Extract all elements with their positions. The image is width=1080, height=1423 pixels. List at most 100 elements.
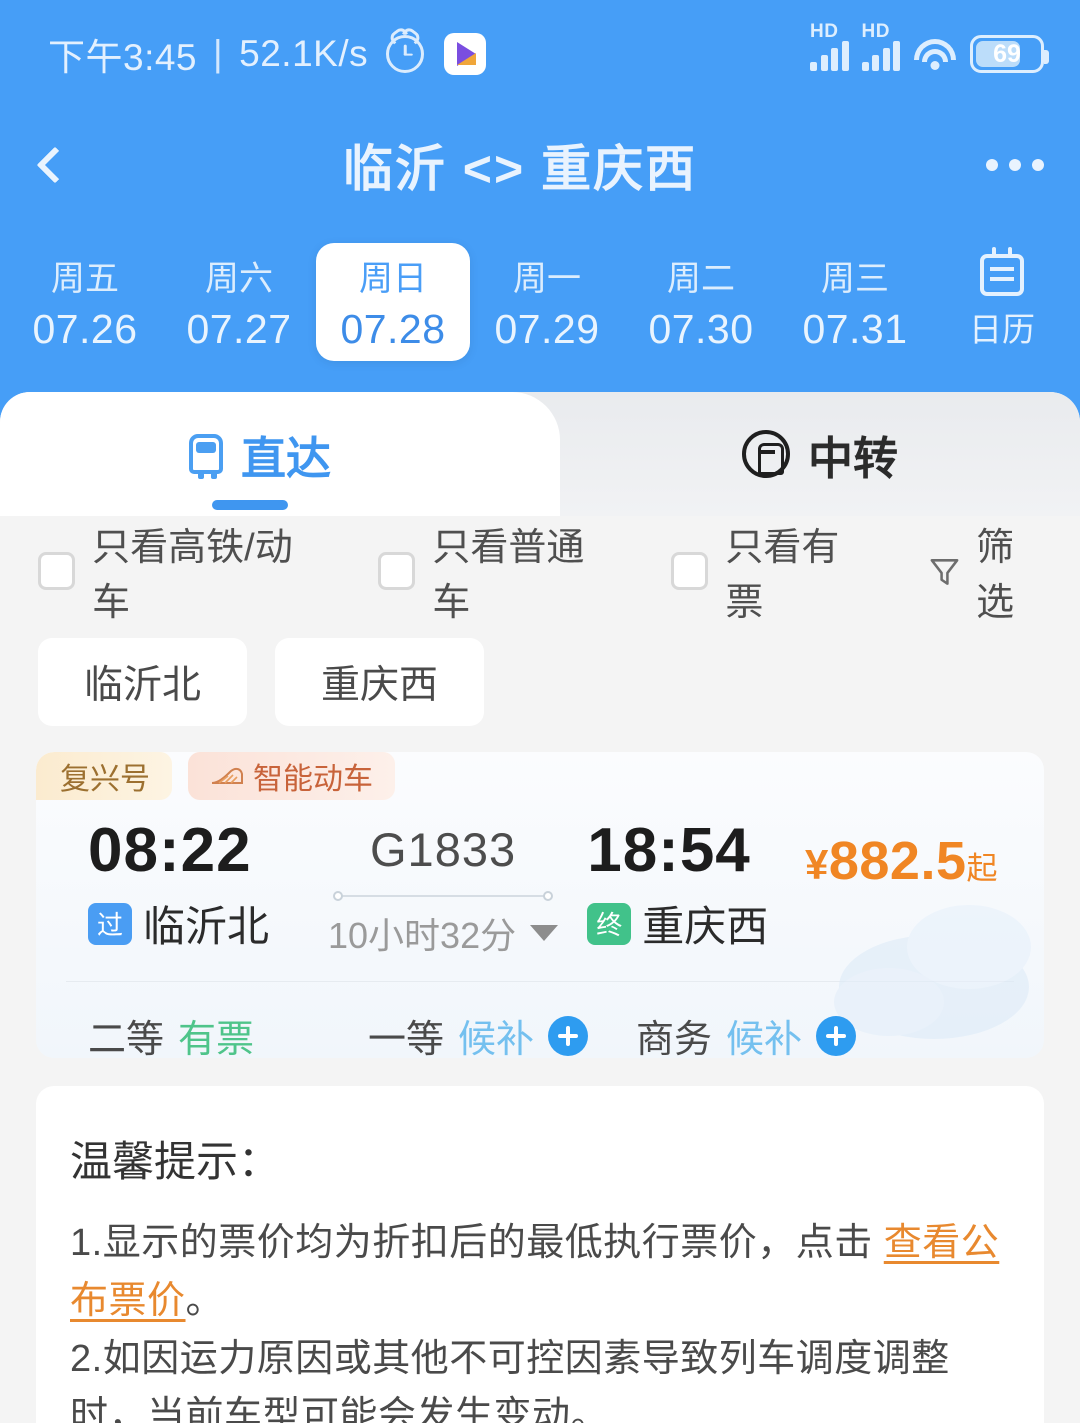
tab-direct[interactable]: 直达 <box>0 392 560 516</box>
funnel-icon <box>930 559 959 585</box>
seat-business-class-status: 候补 <box>726 1019 803 1058</box>
filter-row: 只看高铁/动车 只看普通车 只看有票 筛选 <box>0 516 1080 626</box>
station-tag-pass: 过 <box>88 902 132 945</box>
price-value: 882.5 <box>828 831 967 891</box>
train-price-block: ¥882.5起 <box>805 818 1014 892</box>
tab-direct-label: 直达 <box>240 432 331 484</box>
battery-icon: 69 <box>970 35 1049 73</box>
checkbox-normal-only-box[interactable] <box>378 552 416 590</box>
hd-label-sim1: HD <box>810 21 839 42</box>
train-main-row: 08:22 过 临沂北 G1833 10小时32分 18:54 终 重庆西 ¥8… <box>36 800 1044 959</box>
status-net-speed: 52.1K/s <box>239 33 369 74</box>
notice-title: 温馨提示： <box>70 1138 281 1185</box>
calendar-button[interactable]: 日历 <box>932 243 1072 361</box>
date-item-4[interactable]: 周二 07.30 <box>624 243 778 361</box>
date-dow-4: 周二 <box>667 260 735 298</box>
station-tag-end: 终 <box>587 902 632 945</box>
date-num-3: 07.29 <box>494 306 600 352</box>
tab-active-indicator <box>212 500 288 510</box>
date-item-0[interactable]: 周五 07.26 <box>8 243 162 361</box>
notice-card: 温馨提示： 1.显示的票价均为折扣后的最低执行票价，点击 查看公布票价。 2.如… <box>36 1086 1044 1423</box>
more-horizontal-icon-dot3 <box>1032 159 1044 171</box>
seat-business-class-add-icon[interactable] <box>816 1015 857 1056</box>
checkbox-highspeed-only[interactable]: 只看高铁/动车 <box>38 516 324 626</box>
checkbox-highspeed-only-box[interactable] <box>38 552 76 590</box>
tab-transfer[interactable]: 中转 <box>520 392 1080 516</box>
train-departure-time: 08:22 <box>88 816 252 885</box>
train-number: G1833 <box>370 823 517 876</box>
status-bar: 下午3:45 | 52.1K/s HD HD 69 <box>0 0 1080 108</box>
badge-smart-train-label: 智能动车 <box>253 763 373 796</box>
checkbox-highspeed-only-label: 只看高铁/动车 <box>92 527 293 624</box>
train-departure-block: 08:22 过 临沂北 <box>66 818 321 954</box>
date-num-5: 07.31 <box>802 306 908 352</box>
date-num-1: 07.27 <box>186 306 292 352</box>
date-num-0: 07.26 <box>32 306 138 352</box>
navigation-bar: 临沂 <> 重庆西 <box>0 110 1080 220</box>
date-num-4: 07.30 <box>648 306 754 352</box>
checkbox-available-only-box[interactable] <box>671 552 709 590</box>
train-middle-block: G1833 10小时32分 <box>321 818 565 959</box>
play-store-icon <box>444 33 487 75</box>
battery-percent-label: 69 <box>993 39 1021 68</box>
seat-first-class-name: 一等 <box>368 1019 445 1058</box>
date-dow-5: 周三 <box>821 260 889 298</box>
seat-first-class[interactable]: 一等 候补 <box>368 1008 636 1058</box>
train-result-card[interactable]: 复兴号 智能动车 08:22 过 临沂北 G1833 10小时32分 18:54… <box>36 752 1044 1058</box>
notice-line-2: 2.如因运力原因或其他不可控因素导致列车调度调整时，当前车型可能会发生变动。 <box>70 1337 950 1423</box>
date-selector-strip: 周五 07.26 周六 07.27 周日 07.28 周一 07.29 周二 0… <box>0 238 1080 366</box>
train-arrival-time: 18:54 <box>587 816 751 885</box>
date-item-2-selected[interactable]: 周日 07.28 <box>316 243 470 361</box>
calendar-icon <box>980 246 1024 296</box>
caret-down-icon <box>530 925 559 941</box>
filter-button-label: 筛选 <box>976 527 1015 624</box>
train-arrival-block: 18:54 终 重庆西 <box>565 818 805 954</box>
checkbox-available-only[interactable]: 只看有票 <box>671 516 873 626</box>
more-horizontal-icon-dot2 <box>1009 159 1021 171</box>
station-chip-destination[interactable]: 重庆西 <box>275 638 485 726</box>
hd-label-sim2: HD <box>861 21 890 42</box>
checkbox-normal-only-label: 只看普通车 <box>432 527 585 624</box>
signal-bars-sim1-icon: HD <box>810 21 849 71</box>
station-chip-row: 临沂北 重庆西 <box>0 626 1080 734</box>
date-item-1[interactable]: 周六 07.27 <box>162 243 316 361</box>
price-suffix: 起 <box>966 851 998 886</box>
train-search-results-screen: 下午3:45 | 52.1K/s HD HD 69 临沂 <> 重庆西 周五 0… <box>0 0 1080 1423</box>
filter-button[interactable]: 筛选 <box>927 516 1050 626</box>
date-item-5[interactable]: 周三 07.31 <box>778 243 932 361</box>
status-bar-left: 下午3:45 | 52.1K/s <box>48 27 487 81</box>
train-departure-station-line: 过 临沂北 <box>88 893 321 954</box>
train-list: 复兴号 智能动车 08:22 过 临沂北 G1833 10小时32分 18:54… <box>0 734 1080 1058</box>
notice-line-1-text-before: 1.显示的票价均为折扣后的最低执行票价，点击 <box>70 1222 884 1264</box>
date-dow-3: 周一 <box>513 260 581 298</box>
badge-smart-train: 智能动车 <box>188 752 395 800</box>
more-options-button[interactable] <box>950 110 1080 220</box>
date-dow-1: 周六 <box>205 260 273 298</box>
checkbox-available-only-label: 只看有票 <box>725 527 840 624</box>
smart-train-icon <box>211 767 243 784</box>
train-duration-label: 10小时32分 <box>328 915 517 956</box>
date-dow-2: 周日 <box>359 260 427 298</box>
date-item-3[interactable]: 周一 07.29 <box>470 243 624 361</box>
seat-business-class-name: 商务 <box>636 1019 713 1058</box>
train-arrival-station-line: 终 重庆西 <box>587 893 805 954</box>
status-time: 下午3:45 <box>48 37 198 78</box>
seat-second-class-status: 有票 <box>178 1019 255 1058</box>
chevron-left-icon <box>36 146 74 184</box>
checkbox-normal-only[interactable]: 只看普通车 <box>378 516 617 626</box>
tab-bar: 中转 直达 <box>0 392 1080 516</box>
content-sheet: 中转 直达 只看高铁/动车 只看普通车 只看有票 筛选 临沂北 重庆西 复兴号 … <box>0 392 1080 1423</box>
seat-second-class[interactable]: 二等 有票 <box>88 1008 368 1058</box>
alarm-clock-icon <box>386 35 425 73</box>
notice-line-1-text-after: 。 <box>185 1279 225 1322</box>
calendar-label: 日历 <box>969 310 1035 348</box>
page-title: 临沂 <> 重庆西 <box>342 141 698 197</box>
train-duration-toggle[interactable]: 10小时32分 <box>328 907 559 959</box>
date-dow-0: 周五 <box>51 260 119 298</box>
seat-business-class[interactable]: 商务 候补 <box>636 1008 857 1058</box>
seat-first-class-add-icon[interactable] <box>548 1015 589 1056</box>
date-num-2: 07.28 <box>340 306 446 352</box>
station-chip-origin[interactable]: 临沂北 <box>38 638 248 726</box>
badge-fuxing: 复兴号 <box>36 752 172 800</box>
status-bar-right: HD HD 69 <box>810 21 1049 73</box>
